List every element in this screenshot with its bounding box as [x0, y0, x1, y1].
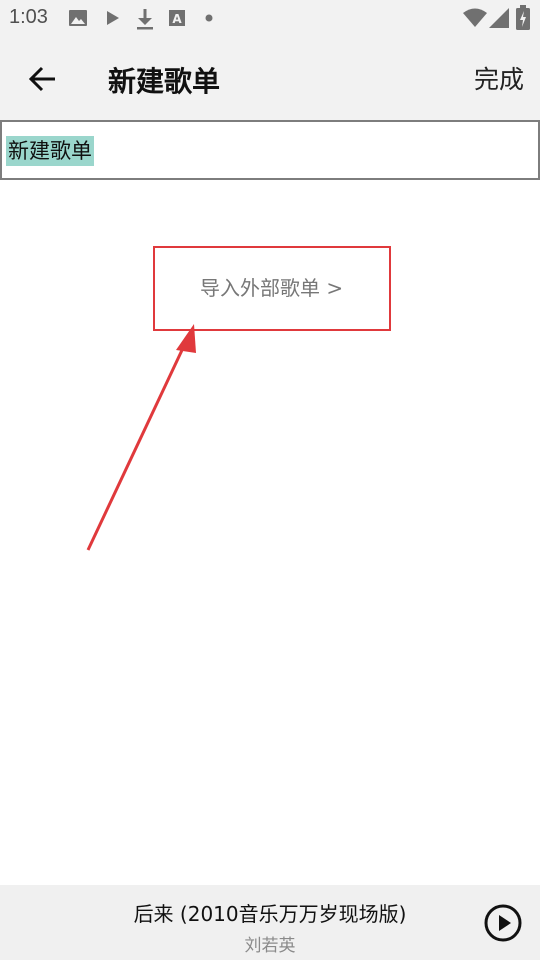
- image-icon: [69, 10, 87, 26]
- playlist-name-value: 新建歌单: [6, 136, 94, 166]
- play-store-icon: [107, 11, 119, 25]
- back-button[interactable]: [22, 58, 64, 100]
- wifi-icon: [463, 8, 487, 27]
- battery-icon: [516, 5, 530, 30]
- done-button[interactable]: 完成: [474, 60, 524, 96]
- download-icon: [137, 9, 153, 30]
- page-title: 新建歌单: [108, 65, 221, 98]
- svg-text:A: A: [172, 12, 182, 26]
- status-bar: 1:03 A: [0, 0, 540, 38]
- play-button[interactable]: [483, 903, 523, 943]
- play-circle-icon: [484, 904, 522, 942]
- app-screen: 1:03 A 新建歌单 完成 新建歌单 导入外部歌单 > 后来 (2010音乐万…: [0, 0, 540, 960]
- signal-icon: [489, 8, 509, 28]
- font-icon: A: [169, 10, 185, 26]
- dot-icon: [205, 14, 213, 22]
- song-title: 后来 (2010音乐万万岁现场版): [133, 902, 407, 926]
- mini-player[interactable]: 后来 (2010音乐万万岁现场版) 刘若英: [0, 885, 540, 960]
- annotation-highlight-box: [153, 246, 391, 331]
- arrow-left-icon: [28, 66, 55, 92]
- app-bar: 新建歌单 完成: [0, 38, 540, 120]
- song-artist: 刘若英: [244, 936, 296, 956]
- playlist-name-field[interactable]: 新建歌单: [0, 120, 540, 180]
- status-time: 1:03: [9, 6, 48, 28]
